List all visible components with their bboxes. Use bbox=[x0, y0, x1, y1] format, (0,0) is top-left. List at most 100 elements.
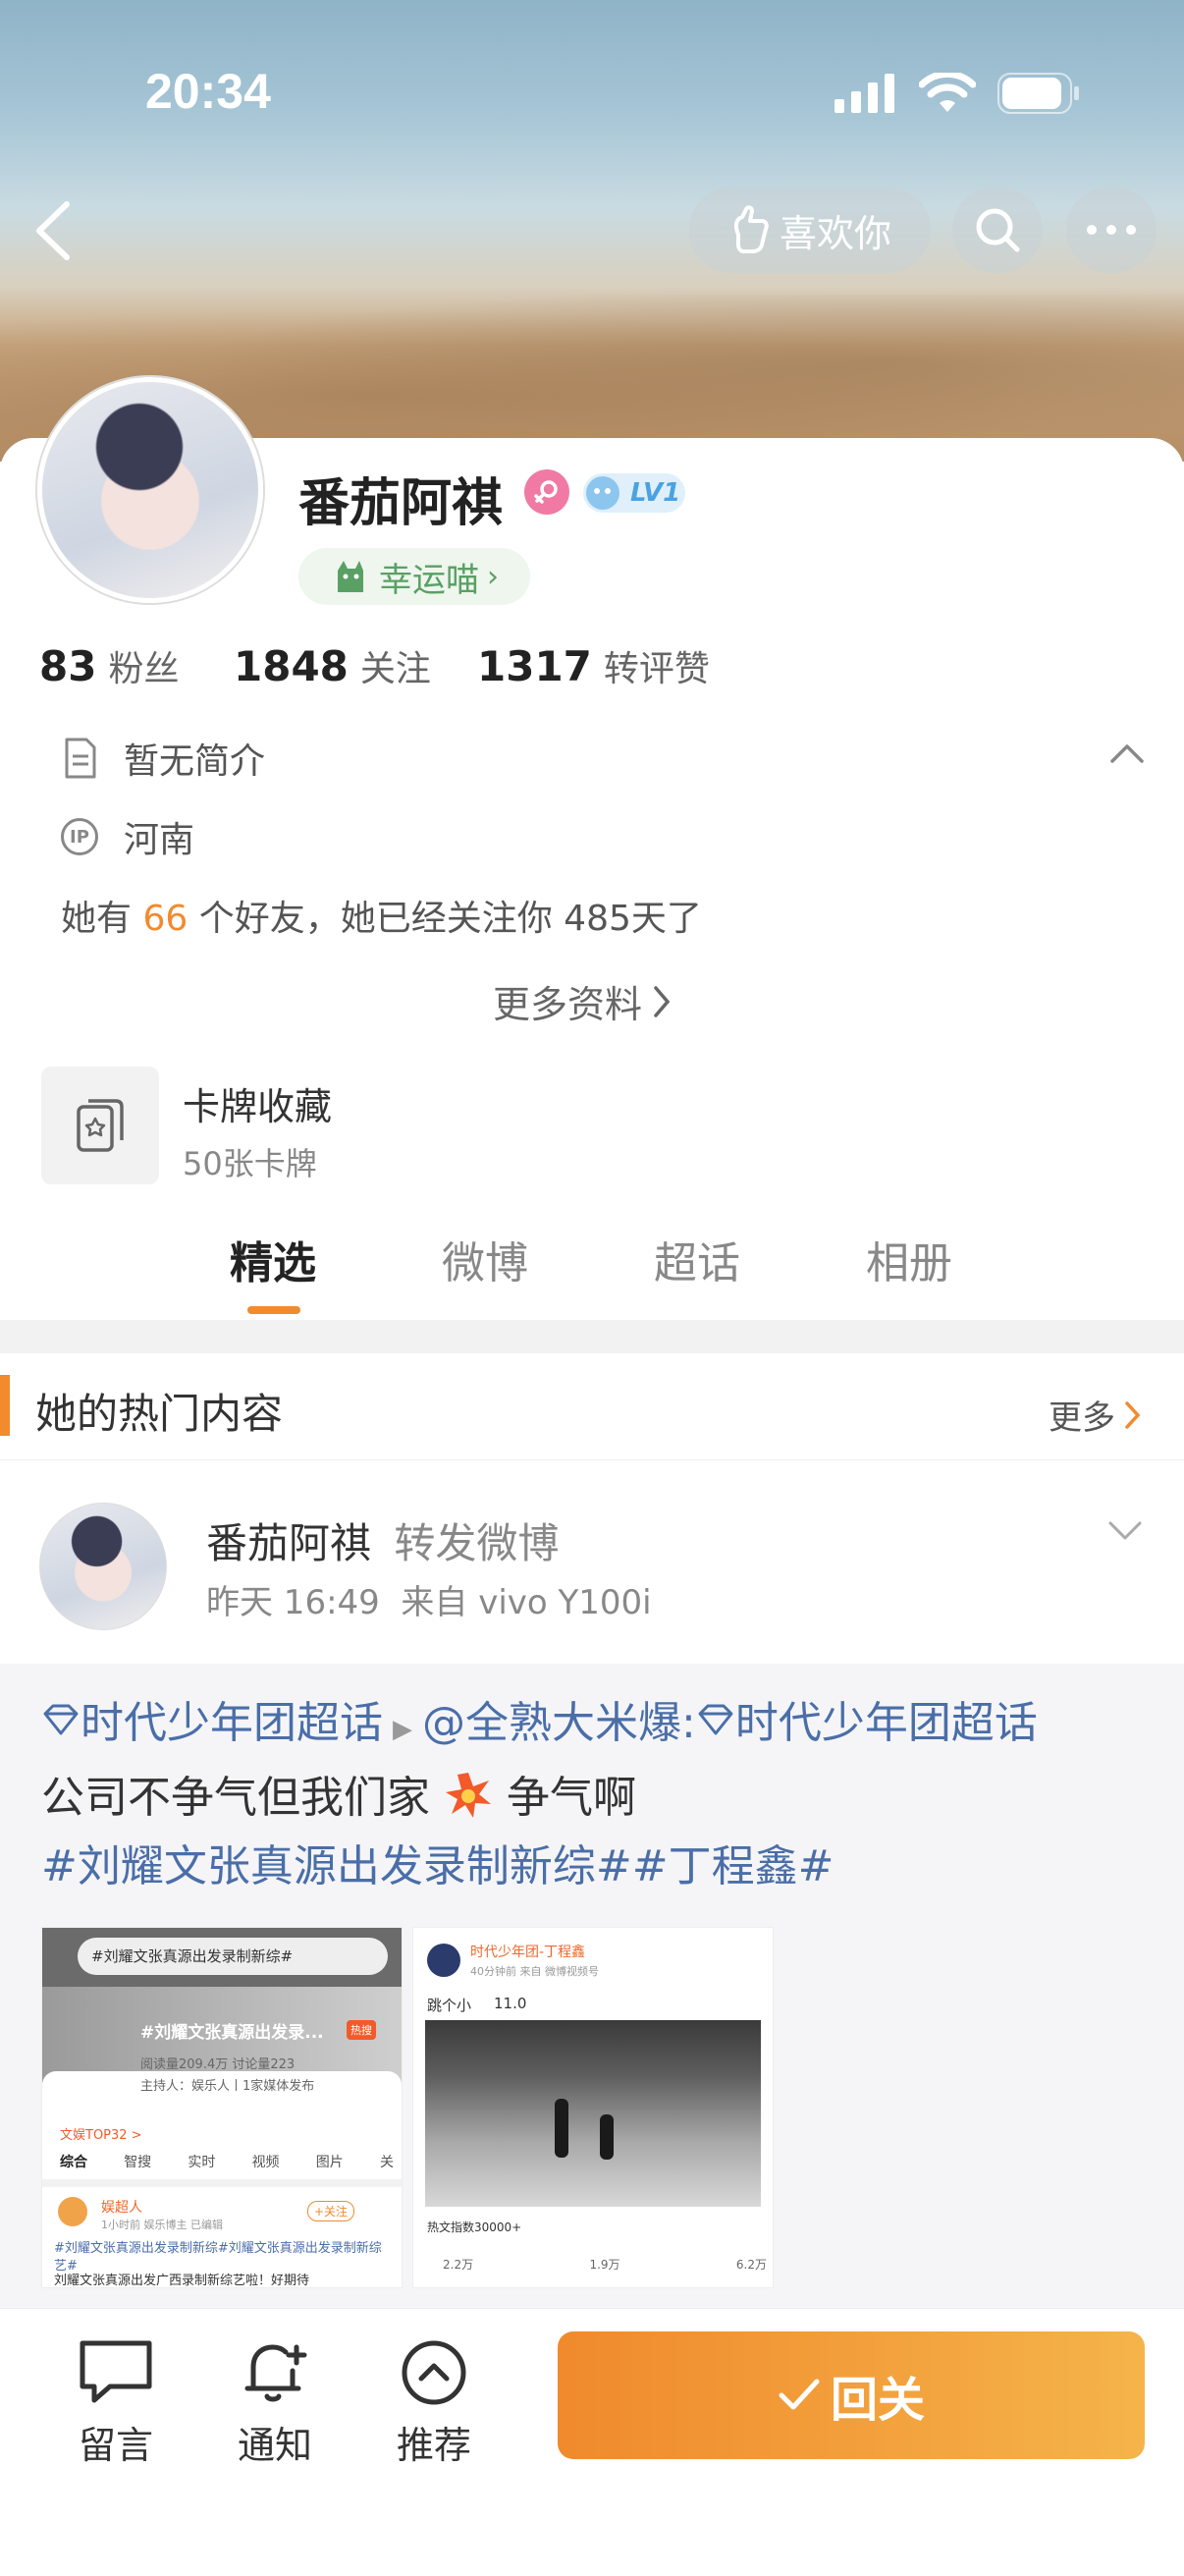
post-time-source: 昨天 16:49 来自 vivo Y100i bbox=[206, 1583, 652, 1622]
friends-suffix: 个好友，她已经关注你 485天了 bbox=[198, 899, 702, 939]
level-badge[interactable]: LV1 bbox=[583, 473, 685, 513]
wifi-icon bbox=[919, 73, 976, 112]
thumb1-tabs: 综合 智搜 实时 视频 图片 关 bbox=[60, 2152, 394, 2171]
follow-back-label: 回关 bbox=[830, 2373, 925, 2428]
explosion-emoji-icon bbox=[446, 1773, 491, 1818]
signal-icon bbox=[834, 74, 894, 113]
hand-icon bbox=[733, 205, 769, 253]
thumb2-comment: 1.9万 bbox=[589, 2258, 620, 2272]
post-image-2[interactable]: 时代少年团-丁程鑫 40分钟前 来自 微博视频号 跳个小 11.0 热文指数30… bbox=[412, 1927, 774, 2288]
divider bbox=[0, 1459, 1184, 1460]
tab-supertopic[interactable]: 超话 bbox=[654, 1228, 740, 1290]
diamond-icon bbox=[43, 1704, 79, 1735]
chevron-left-icon bbox=[36, 201, 70, 260]
post-author[interactable]: 番茄阿祺 bbox=[206, 1519, 371, 1567]
mention-link[interactable]: @全熟大米爆: bbox=[422, 1698, 696, 1748]
cards-icon bbox=[77, 1099, 124, 1152]
topic-link-2[interactable]: 时代少年团超话 bbox=[735, 1698, 1038, 1748]
avatar[interactable] bbox=[37, 377, 263, 603]
following-label: 关注 bbox=[359, 649, 431, 689]
thumb2-stats: 2.2万 1.9万 6.2万 bbox=[443, 2256, 767, 2273]
post-avatar[interactable] bbox=[39, 1503, 167, 1630]
hot-more-label: 更多 bbox=[1049, 1398, 1115, 1438]
thumb1-follow: +关注 bbox=[307, 2201, 355, 2221]
card-collection-title[interactable]: 卡牌收藏 bbox=[183, 1076, 332, 1130]
cloud-icon bbox=[586, 476, 619, 510]
interactions-count: 1317 bbox=[477, 642, 592, 690]
stat-following[interactable]: 1848 关注 bbox=[234, 640, 431, 691]
status-icons bbox=[834, 69, 1080, 118]
check-icon bbox=[779, 2379, 820, 2410]
thumb1-title: #刘耀文张真源出发录... bbox=[140, 2023, 324, 2043]
location-row: IP 河南 bbox=[61, 811, 194, 862]
card-collection-icon-box[interactable] bbox=[41, 1067, 159, 1184]
topic-link-1[interactable]: 时代少年团超话 bbox=[81, 1698, 383, 1748]
post-line-2-text: 公司不争气但我们家 bbox=[41, 1773, 430, 1823]
thumb1-tab: 图片 bbox=[315, 2155, 344, 2170]
more-button[interactable] bbox=[1066, 187, 1157, 273]
thumb1-rank: 文娱TOP32 > bbox=[60, 2128, 142, 2143]
thumb1-tab: 综合 bbox=[60, 2155, 87, 2170]
hashtag-links[interactable]: #刘耀文张真源出发录制新综##丁程鑫# bbox=[41, 1833, 1151, 1901]
profile-name: 番茄阿祺 bbox=[298, 474, 504, 533]
card-collection-subtitle: 50张卡牌 bbox=[183, 1145, 317, 1182]
location-text: 河南 bbox=[124, 820, 195, 860]
chevron-up-circle-icon bbox=[402, 2340, 466, 2405]
friends-count[interactable]: 66 bbox=[142, 899, 188, 939]
recommend-button[interactable]: 推荐 bbox=[375, 2337, 493, 2469]
bell-plus-icon bbox=[244, 2344, 307, 2402]
level-text: LV1 bbox=[630, 478, 681, 508]
comment-button[interactable]: 留言 bbox=[57, 2337, 175, 2469]
post-header: 番茄阿祺 转发微博 bbox=[206, 1510, 559, 1570]
search-icon bbox=[976, 208, 1020, 252]
recommend-label: 推荐 bbox=[396, 2424, 471, 2467]
thumb2-date: 11.0 bbox=[494, 1995, 527, 2012]
thumb2-hot: 热文指数30000+ bbox=[427, 2220, 522, 2234]
tab-weibo[interactable]: 微博 bbox=[442, 1228, 528, 1290]
female-icon bbox=[524, 469, 569, 515]
collapse-button[interactable] bbox=[1109, 742, 1145, 768]
back-button[interactable] bbox=[29, 196, 79, 265]
section-divider bbox=[0, 1320, 1184, 1353]
hot-more-link[interactable]: 更多 bbox=[1049, 1391, 1143, 1439]
thumb1-search: #刘耀文张真源出发录制新综# bbox=[78, 1938, 388, 1975]
follow-back-button[interactable]: 回关 bbox=[558, 2331, 1145, 2459]
thumb1-reads: 阅读量209.4万 讨论量223 bbox=[140, 2057, 296, 2072]
comment-icon bbox=[80, 2340, 152, 2403]
tab-album[interactable]: 相册 bbox=[866, 1228, 952, 1290]
thumb1-host: 主持人：娱乐人丨1家媒体发布 bbox=[140, 2079, 315, 2094]
thumb1-hot: 热搜 bbox=[347, 2020, 376, 2040]
search-button[interactable] bbox=[952, 187, 1043, 273]
post-line-2-end: 争气啊 bbox=[507, 1773, 636, 1823]
chevron-right-icon bbox=[654, 985, 671, 1017]
fans-label: 粉丝 bbox=[108, 649, 180, 689]
document-icon bbox=[65, 738, 96, 779]
status-time: 20:34 bbox=[145, 64, 271, 119]
notify-label: 通知 bbox=[237, 2424, 312, 2467]
thumb2-user: 时代少年团-丁程鑫 bbox=[470, 1945, 586, 1960]
interactions-label: 转评赞 bbox=[603, 649, 710, 689]
more-info-label: 更多资料 bbox=[493, 983, 643, 1026]
more-dots-icon bbox=[1087, 225, 1136, 235]
post-menu-button[interactable] bbox=[1107, 1520, 1143, 1546]
lucky-cat-badge[interactable]: 幸运喵 › bbox=[298, 548, 530, 605]
thumb2-like: 6.2万 bbox=[735, 2258, 767, 2272]
diamond-icon bbox=[698, 1704, 733, 1735]
hot-content-title: 她的热门内容 bbox=[35, 1390, 284, 1438]
notify-button[interactable]: 通知 bbox=[216, 2337, 334, 2469]
tab-featured[interactable]: 精选 bbox=[230, 1228, 316, 1290]
profile-tabs: 精选 微博 超话 相册 bbox=[0, 1208, 1184, 1316]
stat-fans[interactable]: 83 粉丝 bbox=[39, 640, 179, 691]
thumb1-text2: 刘耀文张真源出发广西录制新综艺啦！好期待 bbox=[54, 2274, 310, 2288]
thumb2-text: 跳个小 bbox=[427, 1997, 472, 2014]
thumb1-meta: 1小时前 娱乐博主 已编辑 bbox=[101, 2219, 223, 2231]
friends-prefix: 她有 bbox=[61, 899, 133, 939]
more-info-link[interactable]: 更多资料 bbox=[493, 974, 673, 1028]
ip-icon: IP bbox=[61, 818, 98, 855]
fans-count: 83 bbox=[39, 642, 97, 690]
cat-icon bbox=[338, 561, 363, 592]
like-you-button[interactable]: 喜欢你 bbox=[689, 187, 931, 273]
post-image-1[interactable]: #刘耀文张真源出发录制新综# #刘耀文张真源出发录... 热搜 阅读量209.4… bbox=[41, 1927, 403, 2288]
stat-interactions[interactable]: 1317 转评赞 bbox=[477, 640, 710, 691]
chevron-right-icon bbox=[1125, 1400, 1141, 1429]
